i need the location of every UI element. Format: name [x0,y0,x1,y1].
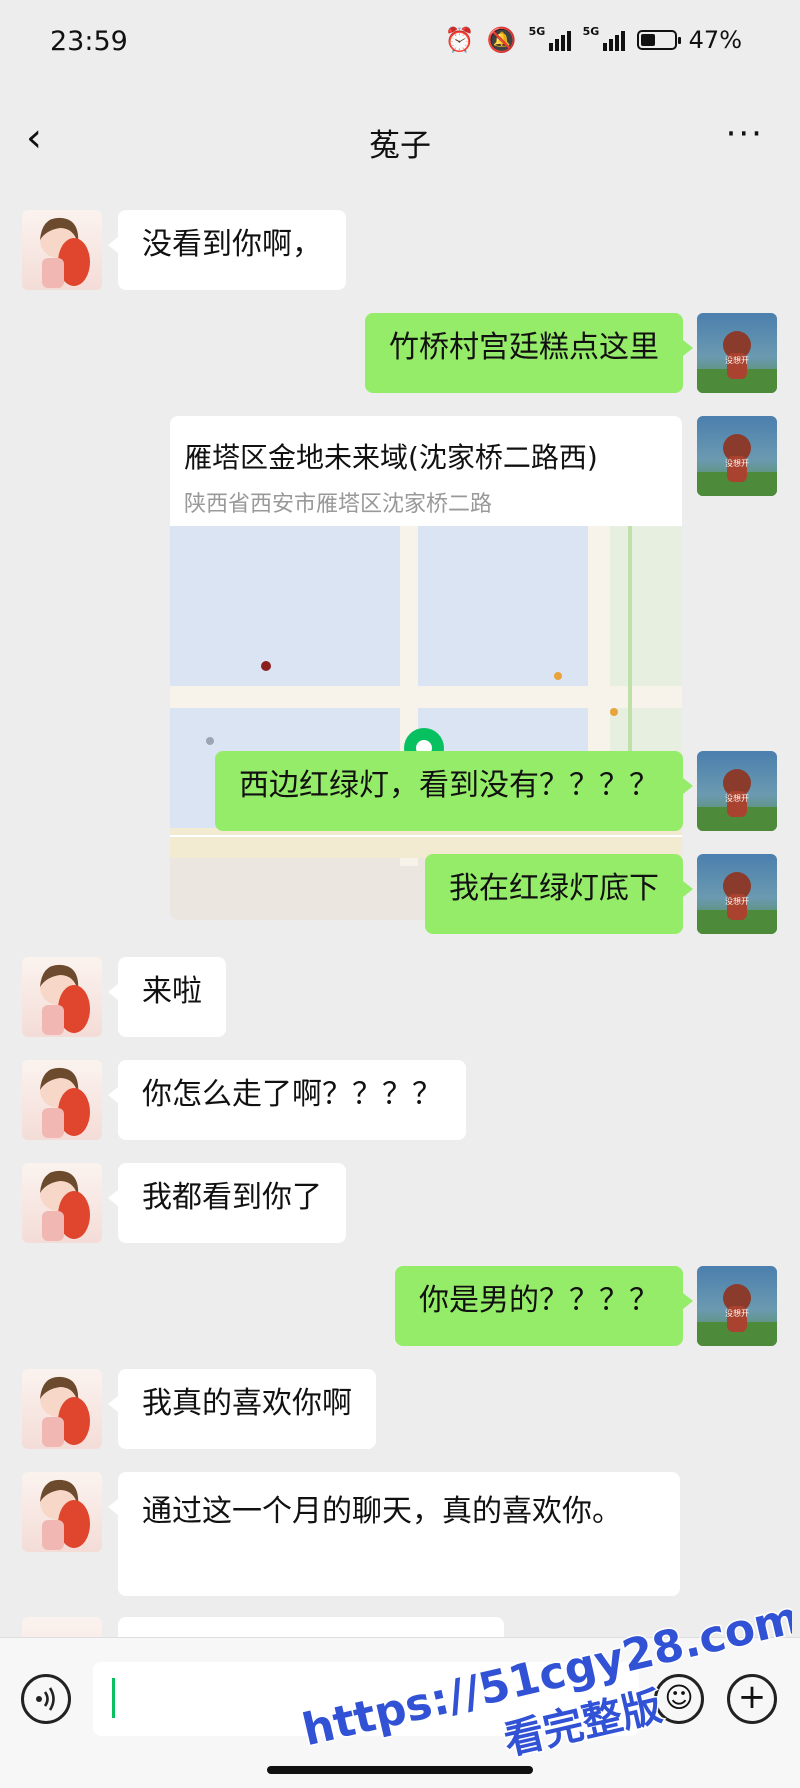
network-type-label: 5G [582,25,600,38]
emoji-icon[interactable]: ☺ [654,1674,704,1724]
message-row: 西边红绿灯，看到没有？？？？ 没想开 [0,751,800,833]
message-bubble[interactable]: 你是男的？？？？ [395,1266,693,1346]
svg-text:没想开: 没想开 [725,458,749,468]
location-card[interactable]: 雁塔区金地未来域(沈家桥二路西) 陕西省西安市雁塔区沈家桥二路 [170,416,682,920]
message-input[interactable] [93,1662,639,1736]
message-row: 通过这一个月的聊天，真的喜欢你。 [0,1472,800,1600]
voice-icon[interactable] [21,1674,71,1724]
message-bubble[interactable]: 我都看到你了 [108,1163,346,1243]
contact-avatar[interactable] [22,1617,102,1637]
my-avatar[interactable]: 没想开 [697,751,777,831]
my-avatar[interactable]: 没想开 [697,854,777,934]
home-indicator[interactable] [267,1766,533,1774]
signal-icon: 5G [529,25,571,51]
network-type-label: 5G [528,25,546,38]
message-bubble[interactable]: 你怎么走了啊？？？？ [108,1060,466,1140]
message-bubble[interactable]: 西边红绿灯，看到没有？？？？ [215,751,693,831]
more-options-icon[interactable]: ··· [726,114,764,154]
text-caret [112,1678,115,1718]
my-avatar[interactable]: 没想开 [697,416,777,496]
plus-icon[interactable]: + [727,1674,777,1724]
message-bubble[interactable] [118,1617,504,1637]
message-row-partial [0,1617,800,1637]
my-avatar[interactable]: 没想开 [697,1266,777,1346]
message-row: 我都看到你了 [0,1163,800,1245]
contact-avatar[interactable] [22,1369,102,1449]
message-bubble[interactable]: 通过这一个月的聊天，真的喜欢你。 [108,1472,680,1596]
signal-icon: 5G [583,25,625,51]
contact-avatar[interactable] [22,957,102,1037]
input-bar: ☺ + [0,1637,800,1788]
message-list[interactable]: 没看到你啊， 竹桥村宫廷糕点这里 没想开 雁塔区金地未来域(沈家桥二路西) 陕西… [0,190,800,1637]
chat-header: ‹ 菟子 ··· [0,92,800,190]
message-bubble[interactable]: 来啦 [108,957,226,1037]
message-row: 我在红绿灯底下 没想开 [0,854,800,936]
contact-avatar[interactable] [22,1060,102,1140]
mute-bell-icon: 🔕 [486,26,517,54]
svg-text:没想开: 没想开 [725,1308,749,1318]
contact-avatar[interactable] [22,1163,102,1243]
status-bar: 23:59 ⏰ 🔕 5G 5G 47% [0,0,800,92]
message-row: 你是男的？？？？ 没想开 [0,1266,800,1348]
message-row: 我真的喜欢你啊 [0,1369,800,1451]
message-row: 来啦 [0,957,800,1039]
status-time: 23:59 [50,26,128,57]
chat-title: 菟子 [369,128,431,164]
svg-text:没想开: 没想开 [725,896,749,906]
location-address: 陕西省西安市雁塔区沈家桥二路 [184,492,493,517]
location-title: 雁塔区金地未来域(沈家桥二路西) [184,441,598,474]
battery-icon [636,30,681,50]
battery-percent: 47% [688,26,742,54]
alarm-icon: ⏰ [444,26,475,54]
message-row: 你怎么走了啊？？？？ [0,1060,800,1142]
contact-avatar[interactable] [22,1472,102,1552]
message-bubble[interactable]: 我在红绿灯底下 [425,854,693,934]
svg-text:没想开: 没想开 [725,793,749,803]
message-bubble[interactable]: 我真的喜欢你啊 [108,1369,376,1449]
status-icons: ⏰ 🔕 5G 5G 47% [444,25,742,54]
